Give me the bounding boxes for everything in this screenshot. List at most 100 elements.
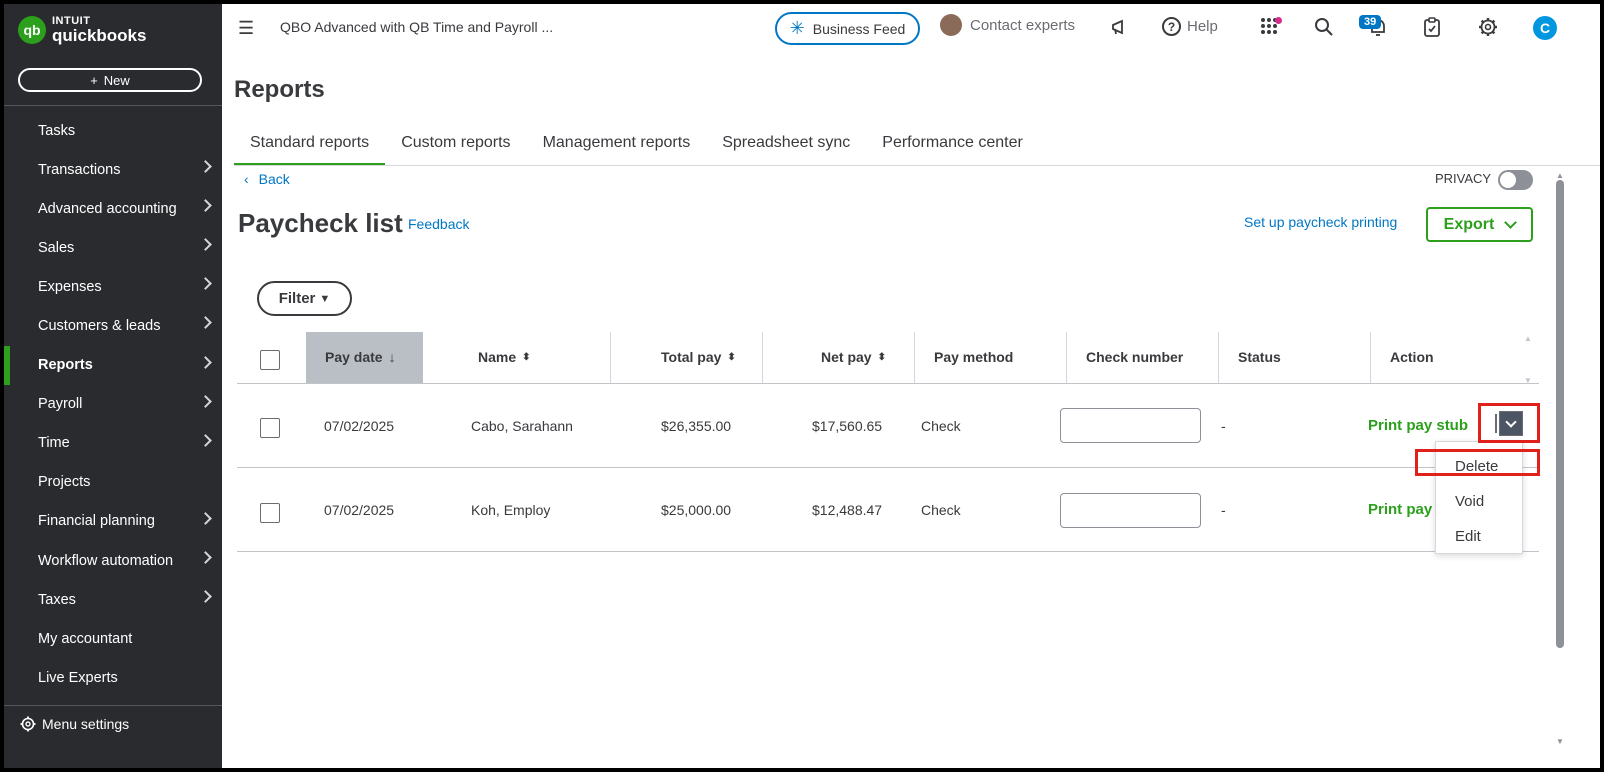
column-header-net-pay[interactable]: Net pay ⬍ [821,349,886,365]
sidebar-item-my-accountant[interactable]: My accountant [4,619,222,658]
sidebar-item-advanced-accounting[interactable]: Advanced accounting [4,189,222,228]
settings-gear-icon[interactable] [1478,17,1498,43]
sidebar-item-workflow-automation[interactable]: Workflow automation [4,541,222,580]
row-divider [237,551,1539,552]
sidebar-item-label: Expenses [38,278,102,295]
apps-notification-dot [1275,17,1282,24]
column-header-total-pay[interactable]: Total pay ⬍ [661,349,736,365]
column-header-name[interactable]: Name ⬍ [478,349,531,365]
privacy-toggle[interactable] [1498,170,1533,190]
select-all-checkbox[interactable] [260,350,280,370]
feedback-link[interactable]: Feedback [408,216,469,232]
megaphone-icon[interactable] [1110,17,1130,43]
sidebar-item-tasks[interactable]: Tasks [4,111,222,150]
tab-custom-reports[interactable]: Custom reports [385,130,526,166]
sidebar-item-customers-leads[interactable]: Customers & leads [4,306,222,345]
back-link[interactable]: ‹ Back [244,171,290,187]
chevron-right-icon [199,512,212,525]
sidebar-item-expenses[interactable]: Expenses [4,267,222,306]
top-bar: ☰ QBO Advanced with QB Time and Payroll … [222,4,1600,52]
filter-label: Filter [278,290,316,307]
tabs-divider [234,165,1600,166]
chevron-right-icon [199,238,212,252]
gear-icon [20,716,36,732]
chevron-down-icon [1504,216,1518,229]
sidebar-item-label: My accountant [38,630,133,647]
column-header-pay-method: Pay method [934,349,1013,365]
highlight-box-delete [1415,449,1540,476]
sidebar-item-label: Taxes [38,591,76,608]
page-title: Reports [234,76,325,103]
column-separator [1066,332,1067,384]
column-separator [762,332,763,384]
check-number-input[interactable] [1060,408,1201,443]
cell-name: Cabo, Sarahann [471,418,573,434]
sidebar-item-projects[interactable]: Projects [4,463,222,502]
sidebar-item-live-experts[interactable]: Live Experts [4,658,222,697]
column-separator [1218,332,1219,384]
menu-settings-button[interactable]: Menu settings [20,716,129,732]
new-button[interactable]: + New [18,68,202,92]
scrollbar-thumb[interactable] [1556,180,1564,648]
sidebar-item-transactions[interactable]: Transactions [4,150,222,189]
tab-standard-reports[interactable]: Standard reports [234,130,386,166]
cell-total-pay: $25,000.00 [661,502,732,518]
tab-spreadsheet-sync[interactable]: Spreadsheet sync [706,130,866,166]
print-pay-stub-link[interactable]: Print pay [1368,501,1432,518]
scrollbar-up-arrow-icon[interactable]: ▲ [1556,171,1564,180]
row-checkbox[interactable] [260,418,280,438]
help-button[interactable]: ? Help [1162,17,1218,36]
filter-button[interactable]: Filter ▼ [257,281,352,316]
sidebar-item-reports[interactable]: Reports [4,345,222,385]
export-label: Export [1443,215,1495,233]
contact-experts-button[interactable]: Contact experts [940,14,1075,36]
logo-quickbooks-text: quickbooks [52,26,147,45]
chevron-left-icon: ‹ [244,171,249,187]
sidebar-item-payroll[interactable]: Payroll [4,385,222,424]
row-checkbox[interactable] [260,503,280,523]
scrollbar-down-arrow-icon[interactable]: ▼ [1556,737,1564,746]
chevron-right-icon [199,277,212,291]
print-pay-stub-link[interactable]: Print pay stub [1368,417,1468,434]
column-separator [1370,332,1371,384]
sort-icon: ⬍ [877,351,886,363]
sidebar-item-financial-planning[interactable]: Financial planning [4,502,222,541]
sparkle-icon: ✳ [789,18,805,38]
scroll-up-arrow-icon[interactable]: ▲ [1524,334,1532,343]
column-header-label: Name [478,349,517,365]
plus-icon: + [90,72,98,88]
caret-down-icon: ▼ [319,292,331,305]
expert-avatar [940,14,962,36]
company-name[interactable]: QBO Advanced with QB Time and Payroll ..… [280,19,553,35]
sidebar-item-time[interactable]: Time [4,424,222,463]
sidebar-item-label: Projects [38,474,91,491]
sidebar-item-label: Advanced accounting [38,200,177,217]
tab-performance-center[interactable]: Performance center [866,130,1039,166]
sidebar: qb INTUIT quickbooks + New Tasks Transac… [4,4,222,768]
menu-item-void[interactable]: Void [1455,493,1484,510]
sidebar-item-sales[interactable]: Sales [4,228,222,267]
sidebar-nav: Tasks Transactions Advanced accounting S… [4,111,222,697]
cell-net-pay: $12,488.47 [812,502,883,518]
tab-management-reports[interactable]: Management reports [527,130,707,166]
collapse-menu-icon[interactable]: ☰ [238,18,254,39]
cell-pay-date: 07/02/2025 [324,418,395,434]
column-header-label: Status [1238,349,1281,365]
user-avatar[interactable]: C [1533,16,1557,40]
check-number-input[interactable] [1060,493,1201,528]
setup-paycheck-printing-link[interactable]: Set up paycheck printing [1244,214,1397,230]
notification-count-badge: 39 [1359,15,1382,29]
clipboard-check-icon[interactable] [1423,17,1441,43]
chevron-right-icon [199,590,212,603]
chevron-right-icon [199,355,212,369]
privacy-label: PRIVACY [1435,171,1492,186]
export-button[interactable]: Export [1426,207,1533,242]
sidebar-item-taxes[interactable]: Taxes [4,580,222,619]
menu-item-edit[interactable]: Edit [1455,528,1481,545]
search-icon[interactable] [1314,17,1334,43]
column-header-pay-date[interactable]: Pay date ↓ [325,349,396,365]
contact-experts-label: Contact experts [970,16,1076,34]
quickbooks-logo[interactable]: qb INTUIT quickbooks [18,16,146,44]
business-feed-button[interactable]: ✳ Business Feed [775,12,920,45]
sort-icon: ⬍ [727,351,736,363]
